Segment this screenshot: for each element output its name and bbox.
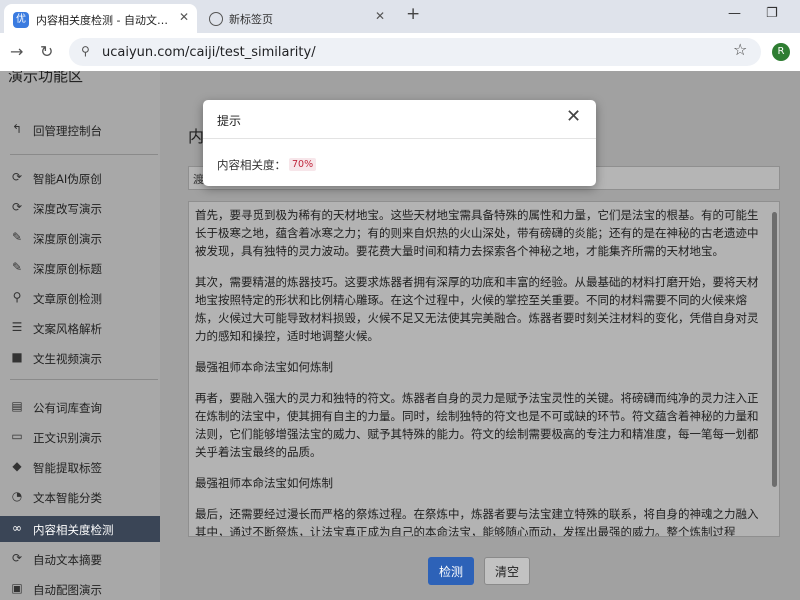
text-input-2[interactable]: 首先，要寻觅到极为稀有的天材地宝。这些天材地宝需具备特殊的属性和力量，它们是法宝… [188,201,780,537]
sidebar-item-originality-check[interactable]: ⚲ 文章原创检测 [0,285,160,311]
new-tab-button[interactable]: + [406,4,420,24]
similarity-label: 内容相关度： [217,158,286,172]
address-bar[interactable]: ⚲ ucaiyun.com/caiji/test_similarity/ [69,38,761,66]
sidebar-item-label: 文本智能分类 [33,491,102,505]
refresh-icon: ⟳ [11,200,23,214]
scrollbar-thumb[interactable] [772,212,777,487]
clear-button[interactable]: 清空 [484,557,530,585]
sidebar-item-body-recognition[interactable]: ▭ 正文识别演示 [0,424,160,450]
sidebar-item-label: 文案风格解析 [33,322,102,336]
paragraph: 其次，需要精湛的炼器技巧。这要求炼器者拥有深厚的功底和丰富的经验。从最基础的材料… [195,275,759,343]
tab-title: 新标签页 [229,13,273,26]
profile-avatar[interactable]: R [772,43,790,61]
sidebar-divider [10,379,158,380]
sidebar-item-deep-original[interactable]: ✎ 深度原创演示 [0,225,160,251]
restore-icon[interactable]: ❐ [766,6,778,21]
sidebar-item-label: 回管理控制台 [33,124,102,138]
dialog-divider [203,138,596,139]
close-icon[interactable]: ✕ [566,106,581,127]
sidebar-item-label: 内容相关度检测 [33,523,114,537]
paragraph: 最强祖师本命法宝如何炼制 [195,360,333,374]
sidebar-item-similarity-check[interactable]: ∞ 内容相关度检测 [0,516,160,542]
list-icon: ☰ [11,320,23,334]
bookmark-star-icon[interactable]: ☆ [733,40,747,59]
browser-tab-new[interactable]: 新标签页 ✕ [203,4,393,33]
back-arrow-icon[interactable]: → [10,42,23,61]
sidebar-item-auto-summary[interactable]: ⟳ 自动文本摘要 [0,546,160,572]
sidebar-item-text-to-video[interactable]: ■ 文生视频演示 [0,345,160,371]
pie-icon: ◔ [11,489,23,503]
address-url: ucaiyun.com/caiji/test_similarity/ [102,45,316,60]
image-icon: ▣ [11,581,23,595]
paragraph: 最强祖师本命法宝如何炼制 [195,476,333,490]
site-info-icon[interactable]: ⚲ [81,44,90,58]
monitor-icon: ▭ [11,429,23,443]
sidebar-divider [10,154,158,155]
sidebar: 演示功能区 ↰ 回管理控制台 ⟳ 智能AI伪原创 ⟳ 深度改写演示 ✎ 深度原创… [0,71,160,600]
sidebar-item-label: 自动配图演示 [33,583,102,597]
sidebar-item-tag-extract[interactable]: ◆ 智能提取标签 [0,454,160,480]
sidebar-item-label: 智能提取标签 [33,461,102,475]
tab-title: 内容相关度检测 - 自动文章采集 [36,14,170,27]
sidebar-item-label: 正文识别演示 [33,431,102,445]
sidebar-item-deep-rewrite[interactable]: ⟳ 深度改写演示 [0,195,160,221]
sidebar-brand: 演示功能区 [8,71,84,85]
tag-icon: ◆ [12,459,22,473]
paragraph: 最后，还需要经过漫长而严格的祭炼过程。在祭炼中，炼器者要与法宝建立特殊的联系，将… [195,507,759,537]
sidebar-item-back[interactable]: ↰ 回管理控制台 [0,117,160,143]
paragraph: 再者，要融入强大的灵力和独特的符文。炼器者自身的灵力是赋予法宝灵性的关键。将磅礴… [195,391,759,459]
minimize-icon[interactable]: — [728,6,741,21]
sidebar-item-label: 深度改写演示 [33,202,102,216]
sidebar-item-public-dictionary[interactable]: ▤ 公有词库查询 [0,394,160,420]
video-icon: ■ [11,350,23,364]
sidebar-item-label: 文章原创检测 [33,292,102,306]
sidebar-item-label: 深度原创标题 [33,262,102,276]
site-favicon-icon: 优 [13,12,29,28]
result-dialog: 提示 ✕ 内容相关度： 70% [203,100,596,186]
edit-icon: ✎ [11,230,23,244]
sidebar-item-label: 公有词库查询 [33,401,102,415]
similarity-value-badge: 70% [289,158,317,171]
browser-tab-bar: 优 内容相关度检测 - 自动文章采集 ✕ 新标签页 ✕ + — ❐ [0,0,800,33]
edit-icon: ✎ [11,260,23,274]
close-icon[interactable]: ✕ [375,9,385,23]
search-icon: ⚲ [12,290,22,304]
sidebar-item-auto-image[interactable]: ▣ 自动配图演示 [0,576,160,600]
textarea-content: 首先，要寻觅到极为稀有的天材地宝。这些天材地宝需具备特殊的属性和力量，它们是法宝… [195,206,763,537]
browser-toolbar: → ↻ ⚲ ucaiyun.com/caiji/test_similarity/… [0,33,800,72]
detect-button[interactable]: 检测 [428,557,474,585]
refresh-icon: ⟳ [11,170,23,184]
back-arrow-icon: ↰ [11,122,23,136]
sidebar-item-ai-rewrite[interactable]: ⟳ 智能AI伪原创 [0,165,160,191]
sidebar-item-original-title[interactable]: ✎ 深度原创标题 [0,255,160,281]
dialog-title: 提示 [217,114,242,128]
refresh-icon: ⟳ [11,551,23,565]
link-icon: ∞ [12,521,22,535]
page-title: 内 [188,127,205,146]
sidebar-item-label: 智能AI伪原创 [33,172,102,186]
sidebar-item-label: 深度原创演示 [33,232,102,246]
close-icon[interactable]: ✕ [179,10,189,24]
sidebar-item-style-analysis[interactable]: ☰ 文案风格解析 [0,315,160,341]
reload-icon[interactable]: ↻ [40,42,53,61]
paragraph: 首先，要寻觅到极为稀有的天材地宝。这些天材地宝需具备特殊的属性和力量，它们是法宝… [195,208,759,258]
globe-icon [209,12,223,26]
sidebar-item-label: 自动文本摘要 [33,553,102,567]
browser-tab-active[interactable]: 优 内容相关度检测 - 自动文章采集 ✕ [4,4,197,33]
sidebar-item-label: 文生视频演示 [33,352,102,366]
book-icon: ▤ [11,399,23,413]
sidebar-item-text-classify[interactable]: ◔ 文本智能分类 [0,484,160,510]
